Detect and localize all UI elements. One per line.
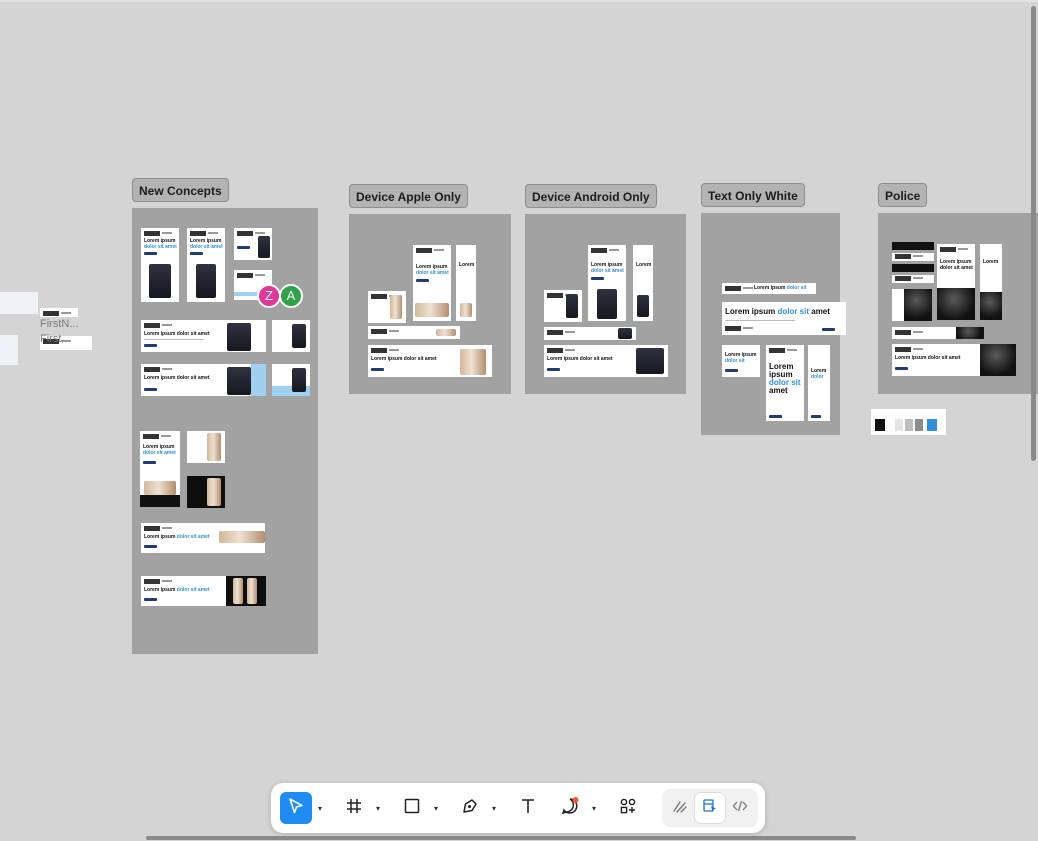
vertical-scrollbar[interactable] xyxy=(1031,6,1036,461)
hash-frame-icon xyxy=(345,797,363,820)
chevron-down-icon[interactable]: ▾ xyxy=(592,805,600,813)
ad-frame[interactable] xyxy=(892,327,984,339)
section-label-text-only-white[interactable]: Text Only White xyxy=(701,183,805,207)
ad-frame[interactable]: Lorem ipsum dolor sit amet xyxy=(140,431,180,507)
horizontal-scrollbar[interactable] xyxy=(146,836,856,840)
ad-frame[interactable]: Lorem ipsum dolor sit xyxy=(722,345,760,377)
ad-frame[interactable] xyxy=(892,289,932,321)
frame-tool-button[interactable] xyxy=(338,792,370,824)
ad-frame[interactable] xyxy=(544,327,636,340)
design-canvas[interactable]: FirstN... First New Concepts Lorem ipsum… xyxy=(0,0,1038,841)
speech-bubble-icon xyxy=(560,796,580,821)
ad-frame[interactable] xyxy=(368,326,460,339)
ad-frame[interactable]: Lorem ipsum dolor sit xyxy=(722,283,816,294)
dev-mode-icon xyxy=(702,798,718,819)
ad-frame[interactable]: Lorem xyxy=(456,245,476,321)
ad-frame[interactable] xyxy=(892,253,934,261)
pen-tool-button[interactable] xyxy=(454,792,486,824)
offcanvas-frame[interactable] xyxy=(40,308,78,317)
bottom-toolbar: ▾ ▾ ▾ ▾ ▾ xyxy=(271,783,765,833)
ad-frame[interactable] xyxy=(272,364,310,396)
section-label-device-apple-only[interactable]: Device Apple Only xyxy=(349,184,468,208)
ad-frame[interactable]: Lorem ipsum dolor sit amet xyxy=(187,228,225,302)
components-icon xyxy=(619,797,637,820)
offcanvas-label: First xyxy=(40,333,62,345)
ad-frame[interactable] xyxy=(368,291,406,323)
dev-mode-button[interactable] xyxy=(695,793,725,823)
ad-frame[interactable]: Lorem dolor xyxy=(808,345,830,421)
section-device-apple-only[interactable]: Lorem ipsum dolor sit amet Lorem Lorem i… xyxy=(349,214,511,394)
chevron-down-icon[interactable]: ▾ xyxy=(376,805,384,813)
cursor-arrow-icon xyxy=(287,797,305,820)
ad-frame[interactable] xyxy=(187,431,225,463)
color-palette-frame[interactable] xyxy=(871,409,946,435)
offcanvas-label: FirstN... xyxy=(40,318,79,330)
text-tool-button[interactable] xyxy=(512,792,544,824)
section-label-new-concepts[interactable]: New Concepts xyxy=(132,178,229,202)
draw-squiggle-icon xyxy=(672,798,688,819)
ad-frame[interactable]: Lorem ipsum dolor sit amet xyxy=(892,344,1016,376)
ad-frame[interactable]: Lorem xyxy=(980,244,1002,320)
section-new-concepts[interactable]: Lorem ipsum dolor sit amet Lorem ipsum d… xyxy=(132,208,318,654)
rectangle-tool-button[interactable] xyxy=(396,792,428,824)
ad-frame[interactable] xyxy=(892,264,934,272)
ad-frame[interactable]: Lorem ipsum dolor sit amet xyxy=(766,345,804,421)
chevron-down-icon[interactable]: ▾ xyxy=(492,805,500,813)
code-mode-button[interactable] xyxy=(725,793,755,823)
ad-frame[interactable]: Lorem ipsum dolor sit amet xyxy=(413,245,451,321)
ad-frame[interactable]: Lorem ipsum dolor sit amet xyxy=(141,576,266,606)
ad-frame[interactable] xyxy=(544,290,582,322)
pen-nib-icon xyxy=(461,797,479,820)
section-police[interactable]: Lorem ipsum dolor sit amet Lorem Lorem i… xyxy=(878,213,1038,394)
ad-frame[interactable] xyxy=(234,228,272,260)
canvas-top-edge xyxy=(0,0,1038,2)
text-t-icon xyxy=(519,797,537,820)
ad-frame[interactable]: Lorem ipsum dolor sit amet xyxy=(588,245,626,321)
ad-frame[interactable] xyxy=(892,242,934,250)
code-brackets-icon xyxy=(732,798,748,819)
chevron-down-icon[interactable]: ▾ xyxy=(434,805,442,813)
mode-switcher xyxy=(662,789,758,827)
ad-frame[interactable]: Lorem ipsum dolor sit amet xyxy=(141,228,179,302)
comment-tool-button[interactable] xyxy=(554,792,586,824)
ad-frame[interactable]: Lorem ipsum dolor sit amet xyxy=(141,523,265,553)
move-tool-button[interactable] xyxy=(280,792,312,824)
collaborator-avatar-a[interactable]: A xyxy=(279,284,303,308)
ad-frame[interactable]: Lorem ipsum dolor sit amet xyxy=(368,345,492,377)
ad-frame[interactable]: Lorem ipsum dolor sit amet xyxy=(544,345,668,377)
ad-frame[interactable] xyxy=(892,275,934,283)
section-device-android-only[interactable]: Lorem ipsum dolor sit amet Lorem Lorem i… xyxy=(525,214,686,394)
section-label-device-android-only[interactable]: Device Android Only xyxy=(525,184,657,208)
ad-frame[interactable]: Lorem xyxy=(633,245,653,321)
resources-tool-button[interactable] xyxy=(612,792,644,824)
offcanvas-frame[interactable] xyxy=(0,292,38,314)
ad-frame[interactable]: Lorem ipsum dolor sit amet xyxy=(141,320,266,352)
ad-frame[interactable] xyxy=(187,476,225,508)
draw-mode-button[interactable] xyxy=(665,793,695,823)
ad-frame[interactable]: Lorem ipsum dolor sit amet xyxy=(937,244,975,320)
section-label-police[interactable]: Police xyxy=(878,183,928,207)
square-icon xyxy=(403,797,421,820)
offcanvas-frame[interactable] xyxy=(0,335,18,365)
ad-frame[interactable]: Lorem ipsum dolor sit amet xyxy=(141,364,266,396)
chevron-down-icon[interactable]: ▾ xyxy=(318,805,326,813)
ad-frame[interactable]: Lorem ipsum dolor sit amet xyxy=(722,302,846,335)
ad-frame[interactable] xyxy=(272,320,310,352)
collaborator-avatar-z[interactable]: Z xyxy=(257,284,281,308)
